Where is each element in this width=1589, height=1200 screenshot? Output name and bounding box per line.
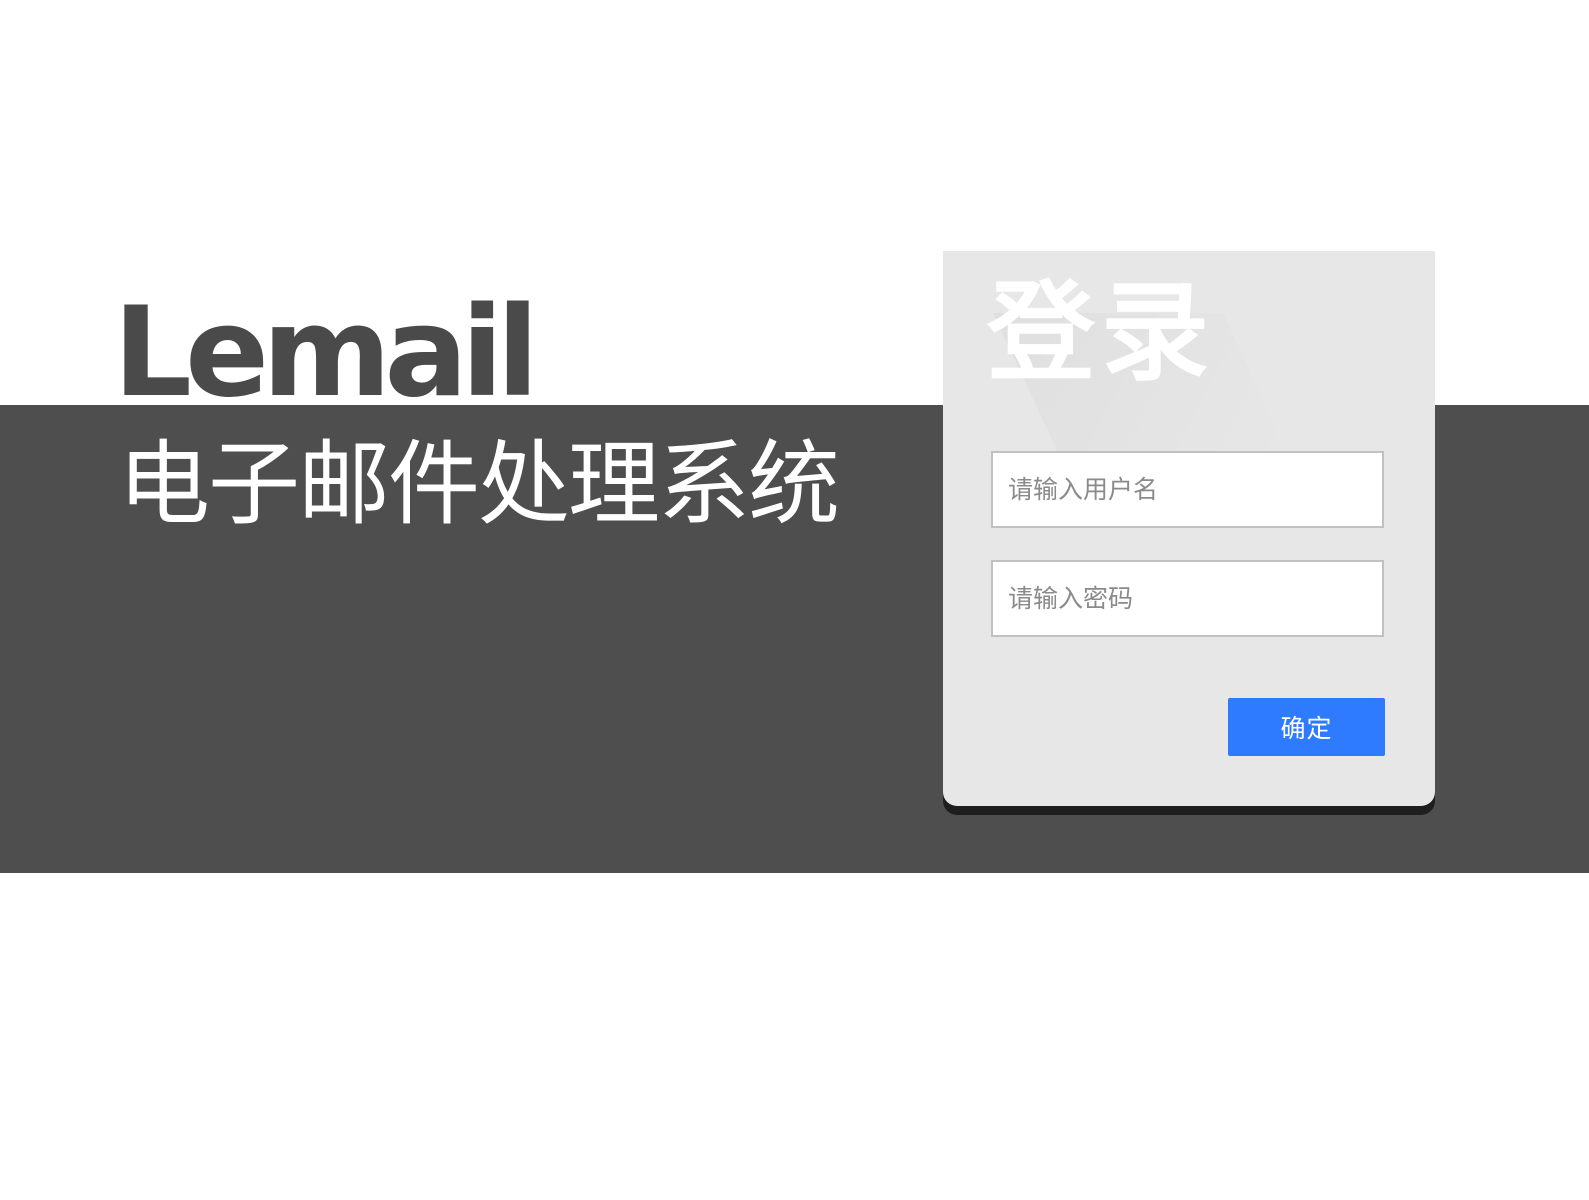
brand-name: Lemail xyxy=(113,291,533,405)
username-input[interactable] xyxy=(991,451,1384,528)
login-title: 登录 xyxy=(987,271,1216,396)
confirm-button[interactable]: 确定 xyxy=(1228,698,1385,756)
password-input[interactable] xyxy=(991,560,1384,637)
system-subtitle: 电子邮件处理系统 xyxy=(118,431,840,538)
login-card: 登录 确定 xyxy=(943,251,1435,806)
